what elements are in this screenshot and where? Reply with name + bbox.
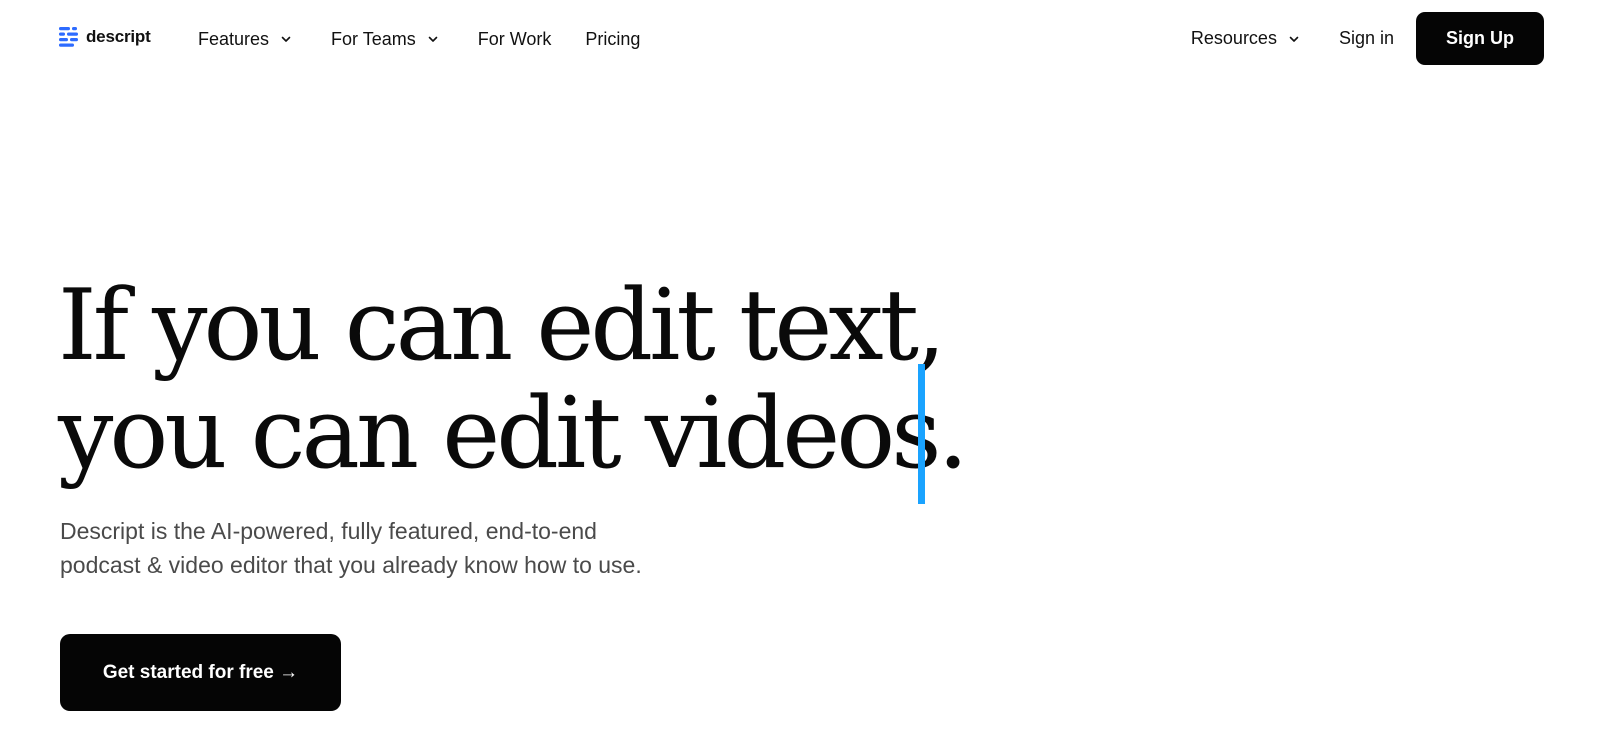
get-started-button[interactable]: Get started for free →	[60, 634, 341, 711]
nav-for-work-label: For Work	[477, 28, 552, 49]
primary-nav: Features For Teams For Work Pricing	[198, 26, 640, 52]
chevron-down-icon	[428, 36, 438, 42]
chevron-down-icon	[1289, 36, 1299, 42]
sign-up-button[interactable]: Sign Up	[1416, 12, 1544, 65]
nav-for-teams[interactable]: For Teams	[331, 26, 440, 52]
nav-for-teams-label: For Teams	[331, 28, 416, 49]
nav-pricing-label: Pricing	[585, 28, 641, 49]
nav-features-label: Features	[198, 28, 270, 49]
top-navigation: descript Features For Teams For Work Pri…	[0, 0, 1600, 78]
descript-logo-icon	[59, 27, 78, 47]
text-cursor	[918, 364, 925, 504]
nav-features[interactable]: Features	[198, 26, 293, 52]
hero-subtitle: Descript is the AI-powered, fully featur…	[60, 514, 780, 582]
hero-title-line-2: you can edit videos.	[58, 377, 969, 491]
nav-resources-label: Resources	[1190, 28, 1277, 48]
nav-resources[interactable]: Resources	[1191, 26, 1301, 52]
hero-title-line-1: If you can edit text,	[58, 269, 946, 383]
sign-in-link[interactable]: Sign in	[1339, 26, 1394, 52]
nav-for-work[interactable]: For Work	[478, 26, 552, 52]
nav-pricing[interactable]: Pricing	[585, 26, 640, 52]
brand-name: descript	[86, 27, 151, 46]
descript-logo[interactable]: descript	[59, 26, 151, 48]
hero-title: If you can edit text, you can edit video…	[58, 272, 1008, 488]
chevron-down-icon	[281, 36, 291, 42]
hero-subtitle-line-2: podcast & video editor that you already …	[60, 552, 642, 578]
account-nav: Resources Sign in Sign Up	[1191, 12, 1544, 65]
hero-subtitle-line-1: Descript is the AI-powered, fully featur…	[60, 518, 597, 544]
